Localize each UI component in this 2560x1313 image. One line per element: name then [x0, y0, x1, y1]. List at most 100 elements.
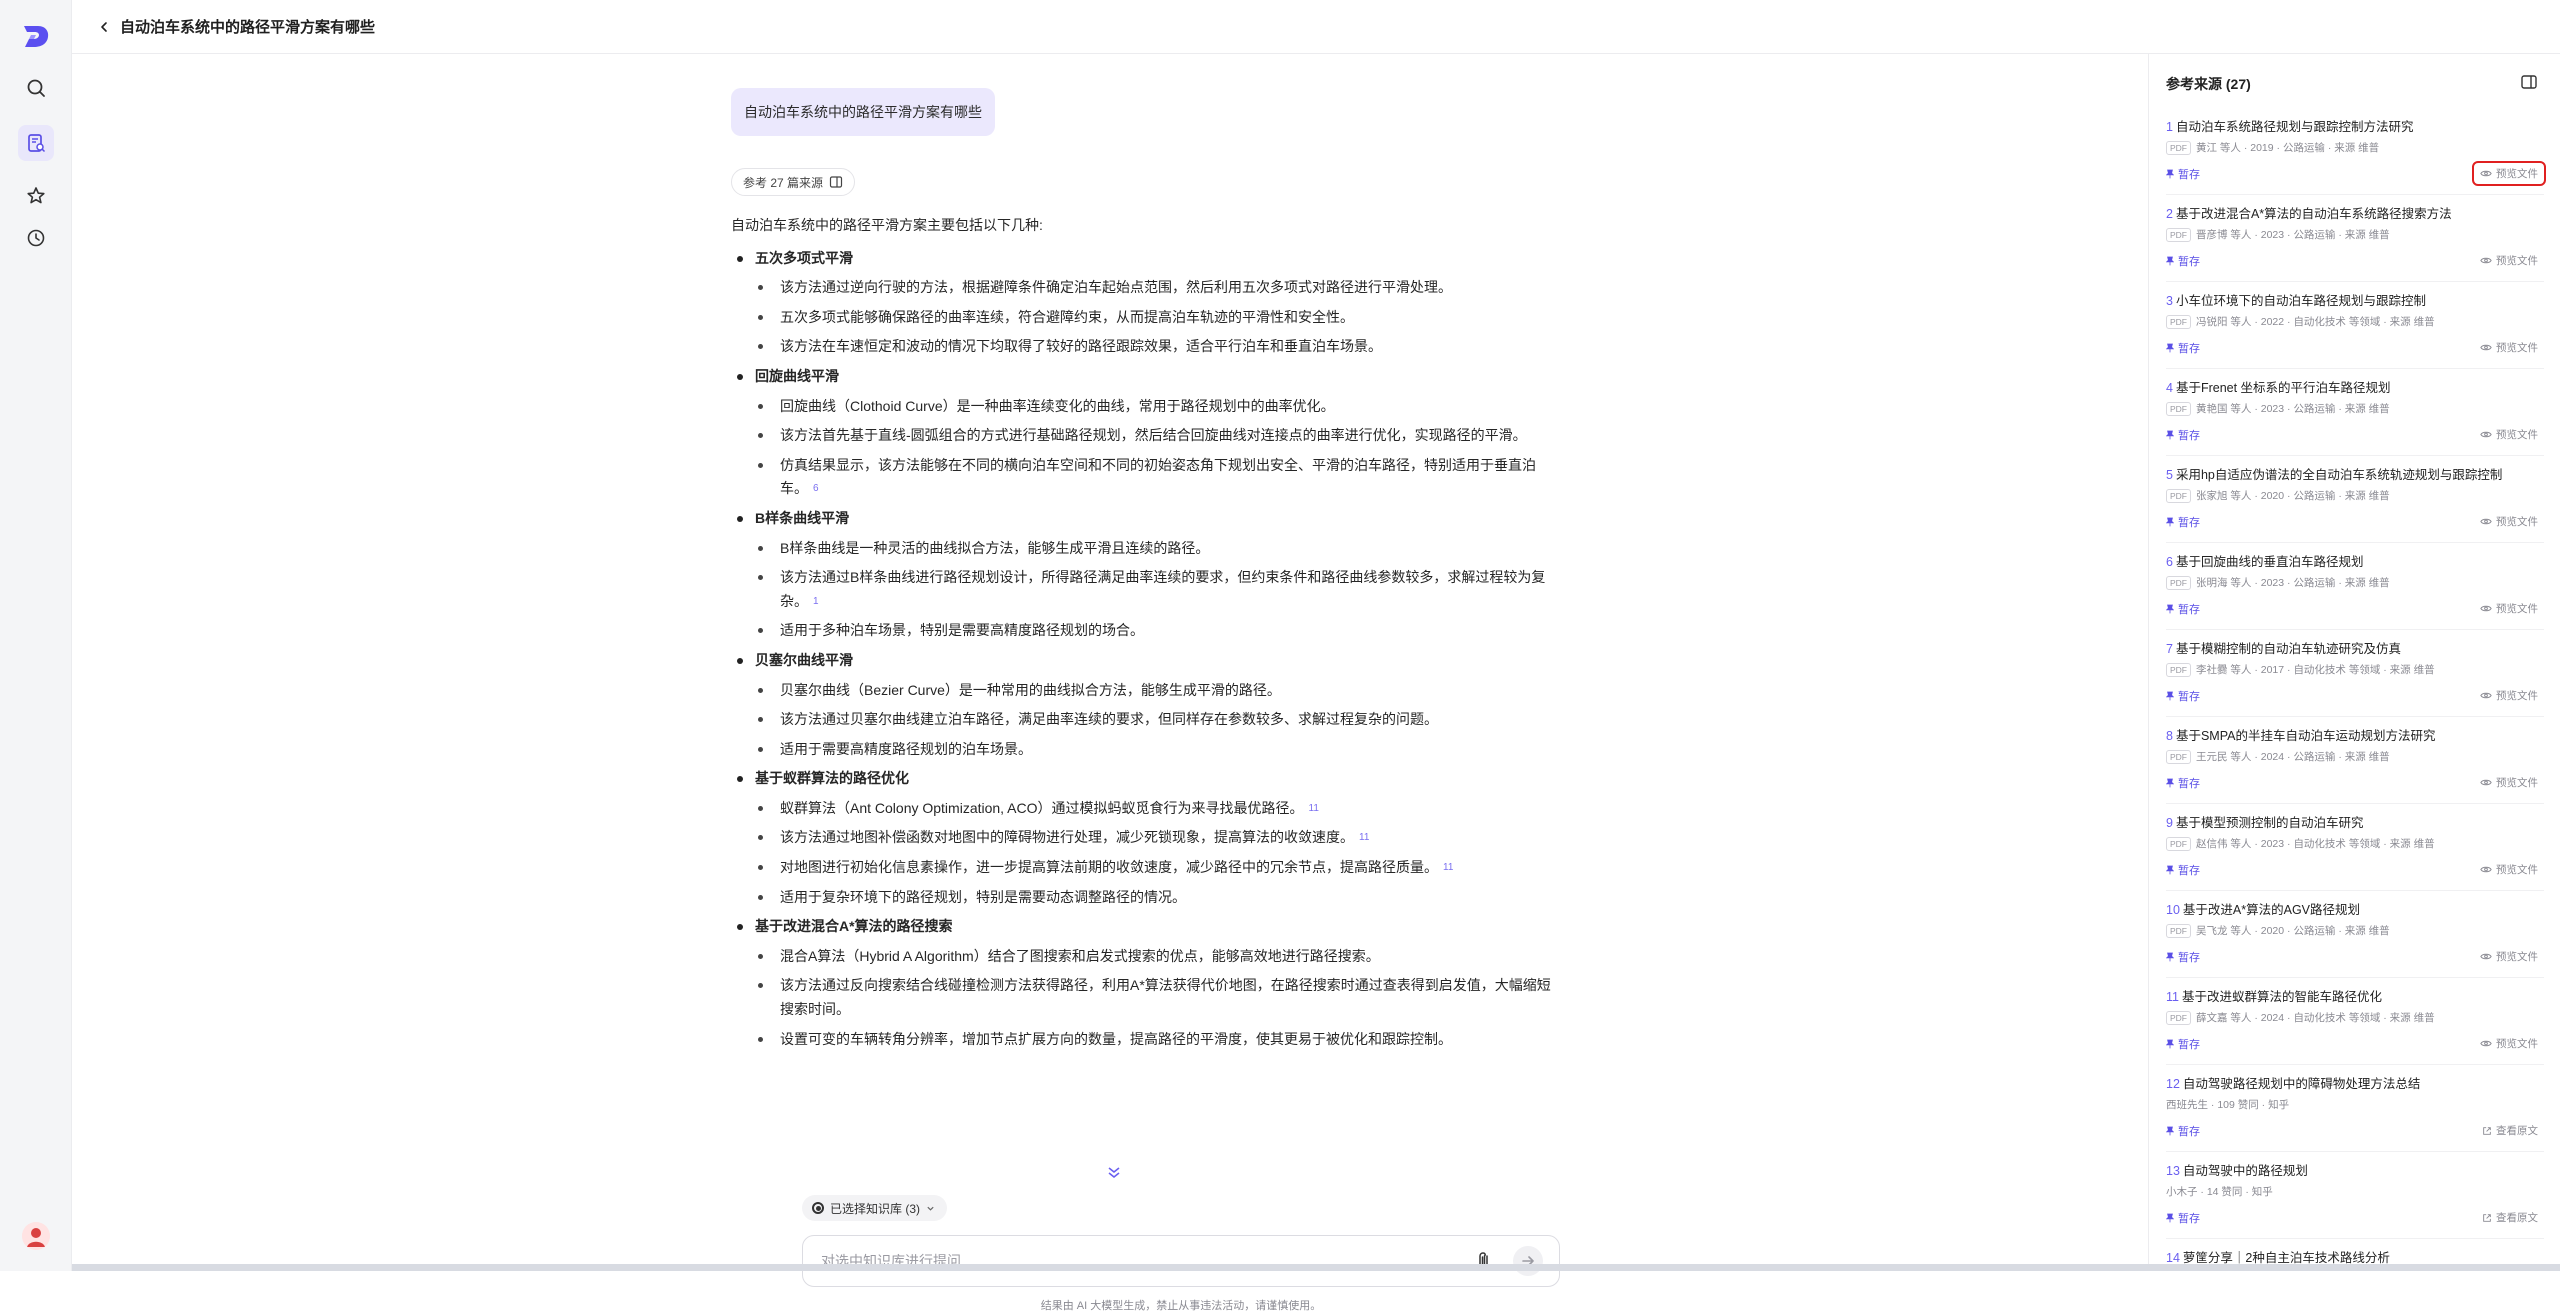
citation-marker[interactable]: 6: [813, 477, 819, 501]
answer-bullet-text: 适用于需要高精度路径规划的泊车场景。: [780, 740, 1032, 757]
preview-file-button[interactable]: 预览文件: [2474, 598, 2544, 619]
sidebar-favorites-button[interactable]: [18, 178, 54, 214]
answer-bullet: 五次多项式能够确保路径的曲率连续，符合避障约束，从而提高泊车轨迹的平滑性和安全性…: [755, 306, 1551, 330]
scroll-down-button[interactable]: [1106, 1166, 1122, 1180]
reference-item[interactable]: 1 自动泊车系统路径规划与跟踪控制方法研究 PDF 黄江 等人 · 2019 · 公路…: [2166, 108, 2546, 195]
reference-meta: 小木子 · 14 赞同 · 知乎: [2166, 1184, 2544, 1199]
reference-item[interactable]: 5 采用hp自适应伪谱法的全自动泊车系统轨迹规划与跟踪控制 PDF 张家旭 等人 · …: [2166, 456, 2544, 543]
preview-file-button[interactable]: 预览文件: [2474, 859, 2544, 880]
reference-title-text: 基于回旋曲线的垂直泊车路径规划: [2175, 555, 2364, 569]
answer-section: 回旋曲线平滑 回旋曲线（Clothoid Curve）是一种曲率连续变化的曲线，常…: [731, 365, 1551, 501]
answer-section: 贝塞尔曲线平滑 贝塞尔曲线（Bezier Curve）是一种常用的曲线拟合方法，能…: [731, 649, 1551, 761]
reference-action-label: 预览文件: [2496, 1038, 2538, 1050]
save-reference-button[interactable]: 暂存: [2166, 688, 2200, 704]
content-fade: [729, 1094, 1559, 1144]
send-button[interactable]: [1513, 1246, 1543, 1276]
reference-title[interactable]: 4 基于Frenet 坐标系的平行泊车路径规划: [2166, 377, 2544, 396]
reference-title[interactable]: 1 自动泊车系统路径规划与跟踪控制方法研究: [2166, 116, 2544, 135]
reference-actions: 暂存 预览文件: [2166, 946, 2544, 967]
preview-file-button[interactable]: 预览文件: [2474, 772, 2544, 793]
reference-title[interactable]: 7 基于模糊控制的自动泊车轨迹研究及仿真: [2166, 638, 2544, 657]
view-original-button[interactable]: 查看原文: [2476, 1207, 2544, 1228]
bottom-scrollbar[interactable]: [72, 1264, 2560, 1271]
conversation-scroll[interactable]: 自动泊车系统中的路径平滑方案有哪些 参考 27 篇来源 自动泊车系统中的路径平滑…: [729, 54, 1559, 1144]
preview-file-button[interactable]: 预览文件: [2474, 685, 2544, 706]
reference-item[interactable]: 7 基于模糊控制的自动泊车轨迹研究及仿真 PDF 李社爨 等人 · 2017 · 自动…: [2166, 630, 2544, 717]
save-label: 暂存: [2178, 777, 2200, 790]
reference-title-text: 自动驾驶中的路径规划: [2182, 1164, 2308, 1178]
reference-number: 4: [2166, 381, 2173, 395]
selected-knowledge-base-dropdown[interactable]: 已选择知识库 (3): [802, 1195, 948, 1221]
reference-title[interactable]: 11 基于改进蚁群算法的智能车路径优化: [2166, 986, 2544, 1005]
reference-item[interactable]: 13 自动驾驶中的路径规划小木子 · 14 赞同 · 知乎 暂存 查看原文: [2166, 1152, 2544, 1239]
reference-item[interactable]: 6 基于回旋曲线的垂直泊车路径规划 PDF 张明海 等人 · 2023 · 公路运输 …: [2166, 543, 2544, 630]
sidebar-history-button[interactable]: [18, 220, 54, 256]
preview-file-button[interactable]: 预览文件: [2474, 511, 2544, 532]
pin-icon: [2166, 865, 2174, 874]
save-reference-button[interactable]: 暂存: [2166, 253, 2200, 269]
preview-file-button[interactable]: 预览文件: [2474, 1033, 2544, 1054]
answer-bullet-text: 该方法通过贝塞尔曲线建立泊车路径，满足曲率连续的要求，但同样存在参数较多、求解过…: [780, 711, 1438, 728]
save-reference-button[interactable]: 暂存: [2166, 427, 2200, 443]
kb-chip-label: 已选择知识库 (3): [830, 1201, 921, 1216]
reference-title[interactable]: 5 采用hp自适应伪谱法的全自动泊车系统轨迹规划与跟踪控制: [2166, 464, 2544, 483]
reference-meta-text: 冯锐阳 等人 · 2022 · 自动化技术 等领域 · 来源 维普: [2196, 316, 2435, 328]
reference-meta-text: 西班先生 · 109 赞同 · 知乎: [2166, 1099, 2290, 1111]
reference-title[interactable]: 12 自动驾驶路径规划中的障碍物处理方法总结: [2166, 1073, 2544, 1092]
save-reference-button[interactable]: 暂存: [2166, 1036, 2200, 1052]
save-reference-button[interactable]: 暂存: [2166, 166, 2200, 182]
save-reference-button[interactable]: 暂存: [2166, 514, 2200, 530]
reference-action-label: 预览文件: [2496, 603, 2538, 615]
back-button[interactable]: [94, 17, 114, 37]
preview-file-button[interactable]: 预览文件: [2474, 337, 2544, 358]
reference-item[interactable]: 9 基于模型预测控制的自动泊车研究 PDF 赵信伟 等人 · 2023 · 自动化技术…: [2166, 804, 2544, 891]
pin-icon: [2166, 1126, 2174, 1135]
save-reference-button[interactable]: 暂存: [2166, 862, 2200, 878]
sidebar-toggle-icon: [2521, 75, 2537, 89]
question-input-box[interactable]: [802, 1235, 1560, 1287]
reference-number: 5: [2166, 468, 2173, 482]
save-reference-button[interactable]: 暂存: [2166, 601, 2200, 617]
answer-bullet: 该方法通过逆向行驶的方法，根据避障条件确定泊车起始点范围，然后利用五次多项式对路…: [755, 276, 1551, 300]
reference-title[interactable]: 10 基于改进A*算法的AGV路径规划: [2166, 899, 2544, 918]
sidebar-knowledge-base-button[interactable]: [18, 125, 54, 161]
sidebar-search-button[interactable]: [18, 70, 54, 106]
reference-sources-toggle[interactable]: 参考 27 篇来源: [731, 168, 856, 196]
user-avatar[interactable]: [22, 1222, 50, 1250]
citation-marker[interactable]: 1: [813, 590, 819, 614]
reference-item[interactable]: 4 基于Frenet 坐标系的平行泊车路径规划 PDF 黄艳国 等人 · 2023 ·…: [2166, 369, 2544, 456]
reference-number: 12: [2166, 1077, 2180, 1091]
reference-item[interactable]: 8 基于SMPA的半挂车自动泊车运动规划方法研究 PDF 王元民 等人 · 2024 …: [2166, 717, 2544, 804]
view-original-button[interactable]: 查看原文: [2476, 1120, 2544, 1141]
reference-title[interactable]: 2 基于改进混合A*算法的自动泊车系统路径搜索方法: [2166, 203, 2544, 222]
eye-icon: [2480, 692, 2492, 699]
reference-item[interactable]: 12 自动驾驶路径规划中的障碍物处理方法总结西班先生 · 109 赞同 · 知乎暂…: [2166, 1065, 2544, 1152]
citation-marker[interactable]: 11: [1359, 826, 1369, 850]
reference-list[interactable]: 1 自动泊车系统路径规划与跟踪控制方法研究 PDF 黄江 等人 · 2019 · 公路…: [2166, 108, 2546, 1271]
save-reference-button[interactable]: 暂存: [2166, 1123, 2200, 1139]
save-reference-button[interactable]: 暂存: [2166, 340, 2200, 356]
reference-title[interactable]: 13 自动驾驶中的路径规划: [2166, 1160, 2544, 1179]
save-reference-button[interactable]: 暂存: [2166, 949, 2200, 965]
reference-item[interactable]: 10 基于改进A*算法的AGV路径规划 PDF 吴飞龙 等人 · 2020 · 公路运…: [2166, 891, 2544, 978]
preview-file-button[interactable]: 预览文件: [2472, 161, 2546, 186]
reference-title[interactable]: 6 基于回旋曲线的垂直泊车路径规划: [2166, 551, 2544, 570]
save-reference-button[interactable]: 暂存: [2166, 1210, 2200, 1226]
reference-title[interactable]: 3 小车位环境下的自动泊车路径规划与跟踪控制: [2166, 290, 2544, 309]
citation-marker[interactable]: 11: [1443, 856, 1453, 880]
reference-title-text: 基于改进A*算法的AGV路径规划: [2182, 903, 2361, 917]
citation-marker[interactable]: 11: [1309, 797, 1319, 821]
reference-item[interactable]: 2 基于改进混合A*算法的自动泊车系统路径搜索方法 PDF 晋彦博 等人 · 2023…: [2166, 195, 2544, 282]
app-logo-icon[interactable]: [18, 18, 54, 54]
pin-icon: [2166, 343, 2174, 352]
preview-file-button[interactable]: 预览文件: [2474, 250, 2544, 271]
answer-bullet-text: 五次多项式能够确保路径的曲率连续，符合避障约束，从而提高泊车轨迹的平滑性和安全性…: [780, 308, 1354, 325]
preview-file-button[interactable]: 预览文件: [2474, 946, 2544, 967]
reference-item[interactable]: 3 小车位环境下的自动泊车路径规划与跟踪控制 PDF 冯锐阳 等人 · 2022 · …: [2166, 282, 2544, 369]
collapse-panel-button[interactable]: [2519, 72, 2539, 92]
save-reference-button[interactable]: 暂存: [2166, 775, 2200, 791]
reference-item[interactable]: 11 基于改进蚁群算法的智能车路径优化 PDF 薛文嘉 等人 · 2024 · 自动化…: [2166, 978, 2544, 1065]
reference-title[interactable]: 9 基于模型预测控制的自动泊车研究: [2166, 812, 2544, 831]
reference-title[interactable]: 8 基于SMPA的半挂车自动泊车运动规划方法研究: [2166, 725, 2544, 744]
preview-file-button[interactable]: 预览文件: [2474, 424, 2544, 445]
